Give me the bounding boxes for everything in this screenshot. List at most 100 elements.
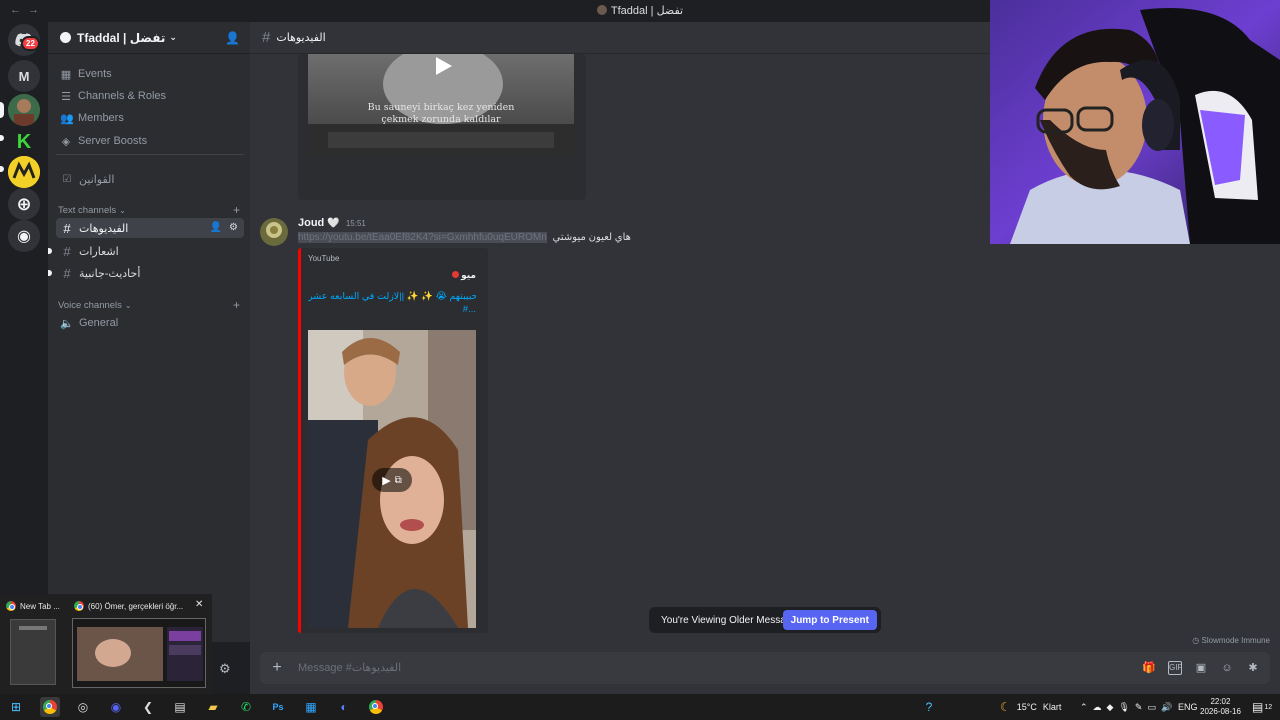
language-indicator[interactable]: ENG xyxy=(1178,694,1198,720)
chrome-icon xyxy=(74,601,84,611)
gift-icon[interactable]: 🎁 xyxy=(1142,661,1156,675)
message-link[interactable]: https://youtu.be/tEaa0Ef82K4?si=Gxmhhfu0… xyxy=(298,232,547,243)
preview-tab-new[interactable]: New Tab ... xyxy=(6,599,66,613)
help-icon[interactable]: ? xyxy=(919,697,939,717)
file-explorer-icon[interactable]: ▰ xyxy=(203,697,223,717)
popout-icon: ⧉ xyxy=(394,474,402,486)
chrome-icon xyxy=(43,700,57,714)
speaker-icon: 🔈 xyxy=(60,317,74,330)
nav-events[interactable]: ▦ Events xyxy=(56,64,244,84)
browser-icon[interactable]: ◐ xyxy=(334,697,354,717)
back-app-icon[interactable]: ❮ xyxy=(138,697,158,717)
system-tray-icons[interactable]: ⌃ ☁ ◆ 🎙 ✎ ▭ 🔊 xyxy=(1080,694,1172,720)
hash-icon: # xyxy=(262,29,271,46)
embed-title-line-2: #... xyxy=(462,304,476,315)
unread-pill xyxy=(0,135,4,141)
embed-channel[interactable]: ميو xyxy=(308,270,476,281)
channel-sidebar: Tfaddal | تفضل ⌄ 👤 ▦ Events ☰ Channels & R… xyxy=(48,22,250,642)
server-k[interactable]: K xyxy=(8,126,40,158)
preview-thumb-youtube[interactable] xyxy=(72,618,206,688)
message-text: هاي لعيون ميوشتي xyxy=(552,232,631,243)
channel-rules[interactable]: ☑ القوانين xyxy=(56,169,244,189)
chrome-second-icon[interactable] xyxy=(366,697,386,717)
server-tfaddal[interactable] xyxy=(8,94,40,126)
server-header[interactable]: Tfaddal | تفضل ⌄ 👤 xyxy=(48,22,250,54)
server-m[interactable]: M xyxy=(8,60,40,92)
selected-pill xyxy=(0,102,4,118)
boost-icon: ◈ xyxy=(61,135,71,148)
nav-members[interactable]: 👥 Members xyxy=(56,108,244,128)
embed-provider[interactable]: YouTube xyxy=(308,254,339,263)
chevron-up-icon: ⌃ xyxy=(1080,701,1088,712)
add-channel-icon[interactable]: + xyxy=(233,298,240,312)
chrome-taskbar-icon[interactable] xyxy=(40,697,60,717)
add-server-button[interactable]: ⊕ xyxy=(8,188,40,220)
invite-people-icon[interactable]: 👤 xyxy=(225,31,240,45)
voice-channel-general[interactable]: 🔈 General xyxy=(56,313,244,333)
add-member-icon[interactable]: 👤 xyxy=(210,222,222,233)
emoji-icon[interactable]: ☺ xyxy=(1220,661,1234,675)
add-channel-icon[interactable]: + xyxy=(233,203,240,217)
discord-icon[interactable]: ◉ xyxy=(106,697,126,717)
channel-notifications-label: اشعارات xyxy=(79,245,119,258)
preview-tab-youtube[interactable]: (60) Ömer, gerçekleri öğr... xyxy=(74,599,186,613)
preview-thumb-new-tab[interactable] xyxy=(10,619,56,685)
nav-server-boosts[interactable]: ◈ Server Boosts xyxy=(56,131,244,151)
message-input[interactable] xyxy=(298,652,1098,684)
user-settings-gear-icon[interactable]: ⚙ xyxy=(219,661,231,677)
gear-icon[interactable]: ⚙ xyxy=(229,222,238,233)
category-text-label: Text channels xyxy=(58,204,117,216)
pen-icon: ✎ xyxy=(1134,701,1143,712)
notification-center[interactable]: ▤ 12 xyxy=(1252,694,1272,720)
whatsapp-icon[interactable]: ✆ xyxy=(236,697,256,717)
preview-tab-youtube-label: (60) Ömer, gerçekleri öğr... xyxy=(88,601,184,611)
capcut-icon[interactable]: ▤ xyxy=(170,697,190,717)
server-yellow[interactable] xyxy=(8,156,40,188)
clock[interactable]: 22:02 2026-08-16 xyxy=(1200,694,1241,720)
clock-time: 22:02 xyxy=(1210,697,1231,706)
discover-button[interactable]: ◉ xyxy=(8,220,40,252)
red-dot-icon xyxy=(452,271,460,278)
slowmode-label: Slowmode Immune xyxy=(1201,636,1270,645)
jump-to-present-button[interactable]: Jump to Present xyxy=(782,610,877,630)
attach-plus-icon[interactable]: + xyxy=(268,659,286,677)
message-author[interactable]: Joud 🤍 15:51 xyxy=(298,217,366,229)
obs-icon[interactable]: ◎ xyxy=(73,697,93,717)
hash-icon: # xyxy=(63,220,71,236)
category-voice-channels[interactable]: Voice channels ⌄ + xyxy=(58,298,244,312)
gif-icon[interactable]: GIF xyxy=(1168,661,1182,675)
play-button[interactable] xyxy=(426,54,458,78)
server-k-letter: K xyxy=(16,130,32,153)
chrome-icon xyxy=(369,700,383,714)
start-windows-icon[interactable]: ⊞ xyxy=(6,697,26,717)
apps-icon[interactable]: ✱ xyxy=(1246,661,1260,675)
hash-icon: # xyxy=(63,243,71,259)
weather-widget[interactable]: ☾ 15°C Klart xyxy=(1000,694,1061,720)
older-messages-bar: You're Viewing Older Messages Jump to Pr… xyxy=(649,607,881,633)
channel-videos[interactable]: # الفيديوهات 👤 ⚙ xyxy=(56,218,244,238)
members-icon: 👥 xyxy=(60,112,74,125)
channel-side-talk-label: أحاديث-جانبية xyxy=(79,267,141,280)
category-voice-label: Voice channels xyxy=(58,299,122,311)
channel-notifications[interactable]: # اشعارات xyxy=(56,241,244,261)
unread-pill xyxy=(48,270,52,276)
taskbar-preview-popup: New Tab ... (60) Ömer, gerçekleri öğr...… xyxy=(0,594,212,694)
channel-side-talk[interactable]: # أحاديث-جانبية xyxy=(56,263,244,283)
youtube-video-thumbnail[interactable]: ▶ ⧉ xyxy=(308,330,476,628)
category-text-channels[interactable]: Text channels ⌄ + xyxy=(58,203,244,217)
previous-video-thumbnail[interactable]: Bu sauneyi birkaç kez yeniden çekmek zor… xyxy=(308,54,574,156)
avatar[interactable] xyxy=(260,218,288,246)
channel-rules-label: القوانين xyxy=(79,173,115,186)
sticker-icon[interactable]: ▣ xyxy=(1194,661,1208,675)
close-icon[interactable]: ✕ xyxy=(195,599,203,610)
editor-icon[interactable]: ▦ xyxy=(301,697,321,717)
caption-line-2: çekmek zorunda kaldılar xyxy=(381,114,501,125)
shield-icon: ◆ xyxy=(1106,701,1114,712)
embed-title[interactable]: حبيبتهم 😭 ✨ ✨ ||لازلت في السابعه عشر #..… xyxy=(308,290,476,316)
photoshop-icon[interactable]: Ps xyxy=(268,697,288,717)
window-title-text: Tfaddal | تفضل xyxy=(610,5,684,17)
weather-moon-icon: ☾ xyxy=(1000,700,1011,714)
list-icon: ☰ xyxy=(61,90,71,103)
play-button[interactable]: ▶ ⧉ xyxy=(372,468,412,492)
nav-channels-roles[interactable]: ☰ Channels & Roles xyxy=(56,86,244,106)
